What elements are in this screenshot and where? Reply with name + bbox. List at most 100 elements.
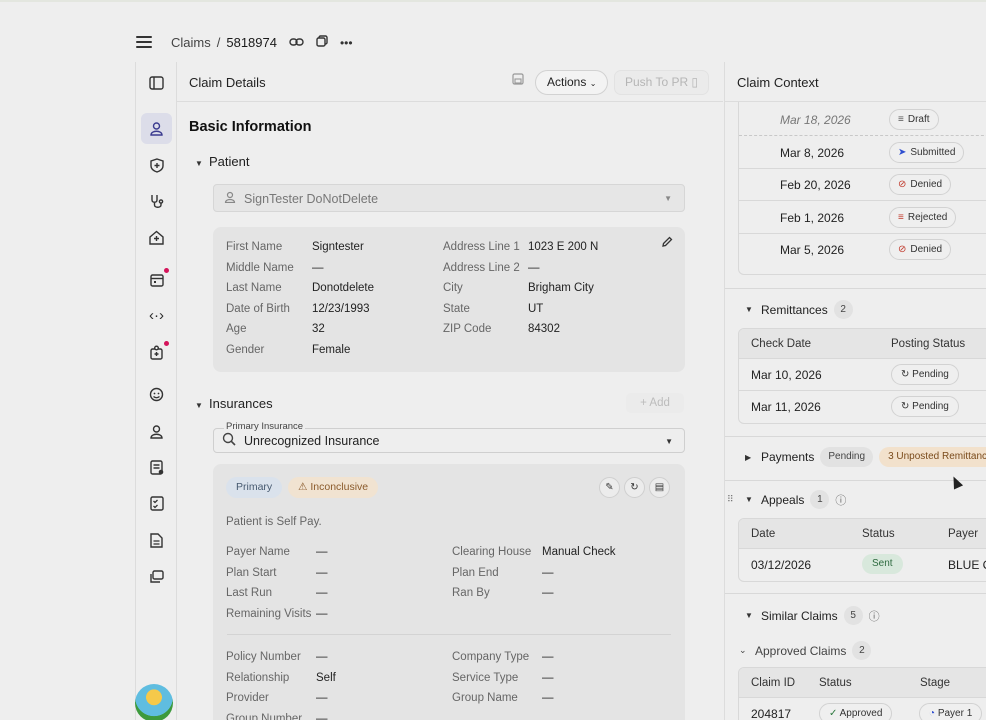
code-icon[interactable]: ‹·› <box>141 300 172 331</box>
check-icon: ✓ <box>829 708 838 719</box>
menu-icon[interactable] <box>136 36 152 48</box>
document-icon[interactable] <box>141 525 172 556</box>
refresh-icon[interactable]: ↻ <box>624 477 645 498</box>
status-text: Submitted <box>910 146 956 158</box>
approved-claims-toggle[interactable]: ⌄ Approved Claims 2 <box>739 641 872 660</box>
field-label: Relationship <box>226 671 290 684</box>
panel-title: Claim Context <box>737 75 819 90</box>
primary-insurance-label: Primary Insurance <box>224 421 306 432</box>
breadcrumb-claims[interactable]: Claims <box>171 35 211 50</box>
field-value: — <box>542 587 554 600</box>
field-label: Company Type <box>452 651 530 663</box>
table-row[interactable]: Mar 10, 2026 ↻ Pending <box>739 359 986 391</box>
history-row[interactable]: Feb 20, 2026 ⊘ Denied <box>739 169 986 202</box>
field-label: Group Name <box>452 692 518 705</box>
dental-icon[interactable] <box>141 379 172 410</box>
field-value: — <box>528 261 540 274</box>
payment-status-badge: Pending <box>820 447 874 467</box>
field-label: Last Name <box>226 282 282 295</box>
history-row[interactable]: Mar 8, 2026 ➤ Submitted <box>739 137 986 169</box>
caret-down-icon: ▼ <box>195 401 203 410</box>
table-row[interactable]: Mar 11, 2026 ↻ Pending <box>739 391 986 423</box>
history-row[interactable]: Mar 5, 2026 ⊘ Denied <box>739 234 986 266</box>
field-label: Plan End <box>452 566 499 579</box>
stethoscope-icon[interactable] <box>141 186 172 217</box>
patient-select[interactable]: SignTester DoNotDelete ▼ <box>213 184 685 212</box>
info-icon[interactable]: ⓘ <box>869 608 880 624</box>
field-value: Donotdelete <box>312 282 375 295</box>
checklist-icon[interactable] <box>141 488 172 519</box>
chevron-down-icon: ⌄ <box>589 79 597 88</box>
patient-section-toggle[interactable]: ▼ Patient <box>195 154 249 169</box>
document-icon[interactable]: ▤ <box>649 477 670 498</box>
history-date: Mar 18, 2026 <box>780 113 851 127</box>
field-value: — <box>542 566 554 579</box>
divider <box>227 634 671 635</box>
shield-icon[interactable] <box>141 150 172 181</box>
count-badge: 2 <box>852 641 872 660</box>
provider-icon[interactable] <box>141 416 172 447</box>
calendar-icon[interactable] <box>141 264 172 295</box>
section-title: Basic Information <box>189 119 312 135</box>
pending-icon: ↻ <box>901 401 913 412</box>
insurance-card: Primary ⚠ Inconclusive ✎ ↻ ▤ Patient is … <box>213 464 685 720</box>
save-icon[interactable] <box>512 73 524 88</box>
remittances-section-toggle[interactable]: ▼ Remittances 2 <box>745 300 853 319</box>
check-date: Mar 11, 2026 <box>751 400 821 414</box>
sidebar-toggle-icon[interactable] <box>141 67 172 98</box>
edit-insurance-button[interactable]: ✎ <box>599 477 620 498</box>
status-text: Pending <box>912 401 949 412</box>
field-label: Clearing House <box>452 546 532 558</box>
field-label: Address Line 2 <box>443 261 520 274</box>
drag-handle-icon[interactable]: ⠿ <box>727 494 739 505</box>
field-label: Policy Number <box>226 651 301 663</box>
status-badge: ✓ Approved <box>819 703 893 720</box>
field-value: 12/23/1993 <box>312 302 370 315</box>
chevron-down-icon: ▼ <box>664 194 672 203</box>
field-label: Provider <box>226 692 269 705</box>
pending-icon: ↻ <box>901 369 913 380</box>
caret-down-icon: ▼ <box>745 305 753 314</box>
status-badge: Sent <box>862 554 903 574</box>
more-icon[interactable]: ••• <box>340 36 353 50</box>
clinic-icon[interactable] <box>141 222 172 253</box>
status-icon: ➤ <box>898 146 907 158</box>
field-value: Self <box>316 671 336 684</box>
history-row[interactable]: Mar 18, 2026 ≡ Draft <box>739 104 986 136</box>
user-avatar[interactable] <box>135 684 173 720</box>
appeals-table: Date Status Payer 03/12/2026 Sent BLUE C… <box>738 518 986 582</box>
copy-icon[interactable] <box>316 35 328 50</box>
status-text: Pending <box>912 369 949 380</box>
insurances-section-toggle[interactable]: ▼ Insurances <box>195 396 273 411</box>
status-icon: ≡ <box>898 211 904 223</box>
caret-down-icon: ▼ <box>195 159 203 168</box>
payments-section-toggle[interactable]: ▶ Payments Pending 3 Unposted Remittance… <box>745 447 986 467</box>
actions-button[interactable]: Actions ⌄ <box>535 70 609 95</box>
field-value: — <box>542 671 554 684</box>
appeals-section-toggle[interactable]: ⠿ ▼ Appeals 1 ⓘ <box>727 490 846 509</box>
table-row[interactable]: 204817 ✓ Approved ◔ Payer 1 <box>739 698 986 720</box>
history-row[interactable]: Feb 1, 2026 ≡ Rejected <box>739 202 986 234</box>
status-icon: ≡ <box>898 114 904 125</box>
table-header: Check Date Posting Status <box>739 329 986 359</box>
field-label: Payer Name <box>226 546 290 558</box>
field-value: Manual Check <box>542 546 616 558</box>
breadcrumb-separator: / <box>216 35 221 50</box>
field-label: First Name <box>226 241 283 253</box>
info-icon[interactable]: ⓘ <box>835 492 846 508</box>
add-insurance-button[interactable]: + Add <box>626 393 684 413</box>
search-icon <box>222 432 236 449</box>
patient-icon[interactable] <box>141 113 172 144</box>
edit-icon[interactable] <box>661 236 673 251</box>
breadcrumb: Claims / 5818974 ••• <box>171 35 353 50</box>
link-icon[interactable] <box>289 36 304 50</box>
claims-list-icon[interactable] <box>141 452 172 483</box>
progress-icon: ◔ <box>929 708 936 719</box>
files-icon[interactable] <box>141 561 172 592</box>
table-row[interactable]: 03/12/2026 Sent BLUE CROSS <box>739 549 986 581</box>
field-label: ZIP Code <box>443 323 492 336</box>
push-to-pr-button[interactable]: Push To PR ▯ <box>614 70 710 95</box>
puzzle-icon[interactable] <box>141 337 172 368</box>
primary-insurance-select[interactable]: Primary Insurance Unrecognized Insurance… <box>213 421 685 453</box>
similar-claims-section-toggle[interactable]: ▼ Similar Claims 5 ⓘ <box>745 606 880 625</box>
